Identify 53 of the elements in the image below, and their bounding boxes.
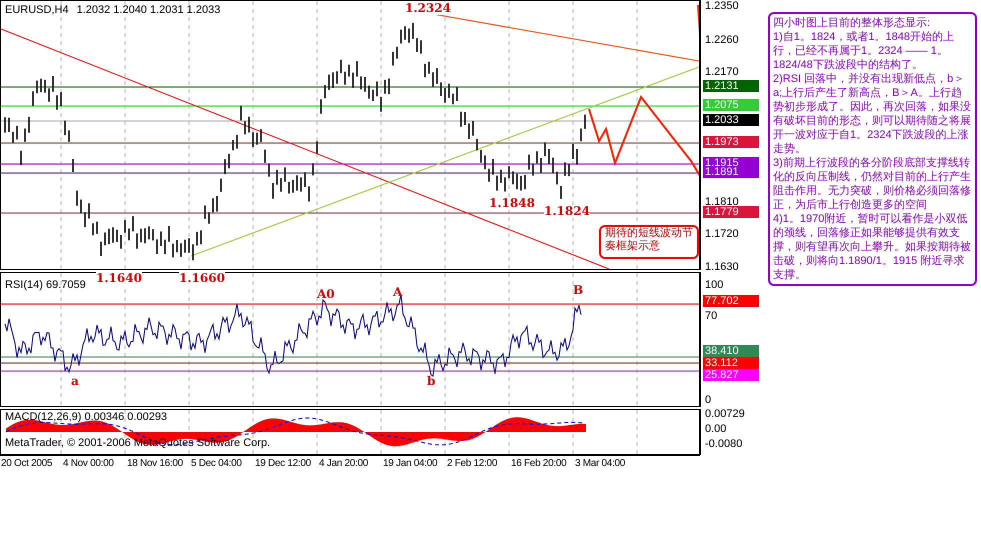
axis-label: 0.00 xyxy=(705,423,726,435)
symbol-label: EURUSD,H4 xyxy=(5,3,69,18)
axis-label: 70 xyxy=(705,310,718,322)
time-label: 4 Nov 00:00 xyxy=(63,458,114,470)
price-tag: 1.2033 xyxy=(703,114,759,126)
axis-label: 1.1810 xyxy=(705,196,739,208)
quote-values: 1.2032 1.2040 1.2031 1.2033 xyxy=(76,3,220,18)
price-label: 1.2324 xyxy=(405,2,451,15)
wave-label: a xyxy=(71,373,79,390)
price-tag: 1.2131 xyxy=(703,80,759,92)
commentary-paragraph: 1)自1。1824，或者1。1848开始的上行，已经不再属于1。2324 —— 1。1824/48下跌波段中的结构了。 xyxy=(773,30,955,72)
commentary-paragraph: 4)1。1970附近，暂时可以看作是小双低的颈线，回落修正如果能够提供有效支撑，则有望再次向上攀升。如果按期待被击破，则将向1.1890/1。1915 附近寻求支撑。 xyxy=(773,212,972,282)
commentary-title: 四小时图上目前的整体形态显示: xyxy=(773,16,932,30)
time-label: 20 Oct 2005 xyxy=(1,458,52,470)
time-label: 2 Feb 12:00 xyxy=(447,458,498,470)
indicator-title: MACD(12,26,9) 0.00346 0.00293 xyxy=(5,411,168,424)
price-tag: 33.112 xyxy=(703,357,759,369)
axis-label: 100 xyxy=(705,279,724,291)
wave-label: B xyxy=(573,282,584,299)
price-tag: 1.1779 xyxy=(703,206,759,218)
axis-label: -0.0080 xyxy=(705,438,742,450)
commentary-paragraph: 2)RSI 回落中，并没有出现新低点，b＞a;上行后产生了新高点，B＞A。上行趋势初步形成了。因此，再次回落，如果没有破坏目前的形态，则可以期待随之将展开一波对应于自1。2324下跌波段的上涨走势。 xyxy=(773,72,972,156)
price-tag: 1.1891 xyxy=(703,166,759,178)
time-label: 3 Mar 04:00 xyxy=(575,458,626,470)
note-text: 期待的短线波动节 xyxy=(605,227,693,240)
axis-label: 1.2170 xyxy=(705,66,739,78)
time-label: 4 Jan 20:00 xyxy=(319,458,368,470)
time-label: 19 Jan 04:00 xyxy=(383,458,438,470)
axis-label: 1.1720 xyxy=(705,228,739,240)
time-label: 16 Feb 20:00 xyxy=(511,458,566,470)
note-text: 奏框架示意 xyxy=(605,240,661,253)
indicator-title: RSI(14) 69.7059 xyxy=(5,278,86,293)
axis-label: 1.1630 xyxy=(705,261,739,273)
commentary-paragraph: 3)前期上行波段的各分阶段底部支撑线转化的反向压制线，仍然对目前的上行产生阻击作用。无力突破，则价格必须回落修正，为后市上行创造更多的空间 xyxy=(773,156,972,212)
axis-label: 0 xyxy=(705,394,712,406)
wave-label: b xyxy=(427,373,436,390)
price-label: 1.1660 xyxy=(179,272,225,285)
price-label: 1.1824 xyxy=(544,205,590,218)
time-label: 5 Dec 04:00 xyxy=(191,458,242,470)
axis-label: 0.00729 xyxy=(705,408,745,420)
price-tag: 77.702 xyxy=(703,295,759,307)
price-label: 1.1640 xyxy=(96,272,142,285)
axis-label: 1.2260 xyxy=(705,34,739,46)
wave-label: A0 xyxy=(317,286,335,303)
price-tag: 1.2075 xyxy=(703,99,759,111)
price-tag: 25.827 xyxy=(703,369,759,381)
axis-label: 1.2350 xyxy=(705,0,739,12)
price-tag: 1.1973 xyxy=(703,136,759,148)
price-tag: 38.410 xyxy=(703,345,759,357)
time-label: 18 Nov 16:00 xyxy=(127,458,183,470)
price-label: 1.1848 xyxy=(489,197,535,210)
wave-label: A xyxy=(393,284,402,301)
time-label: 19 Dec 12:00 xyxy=(255,458,311,470)
